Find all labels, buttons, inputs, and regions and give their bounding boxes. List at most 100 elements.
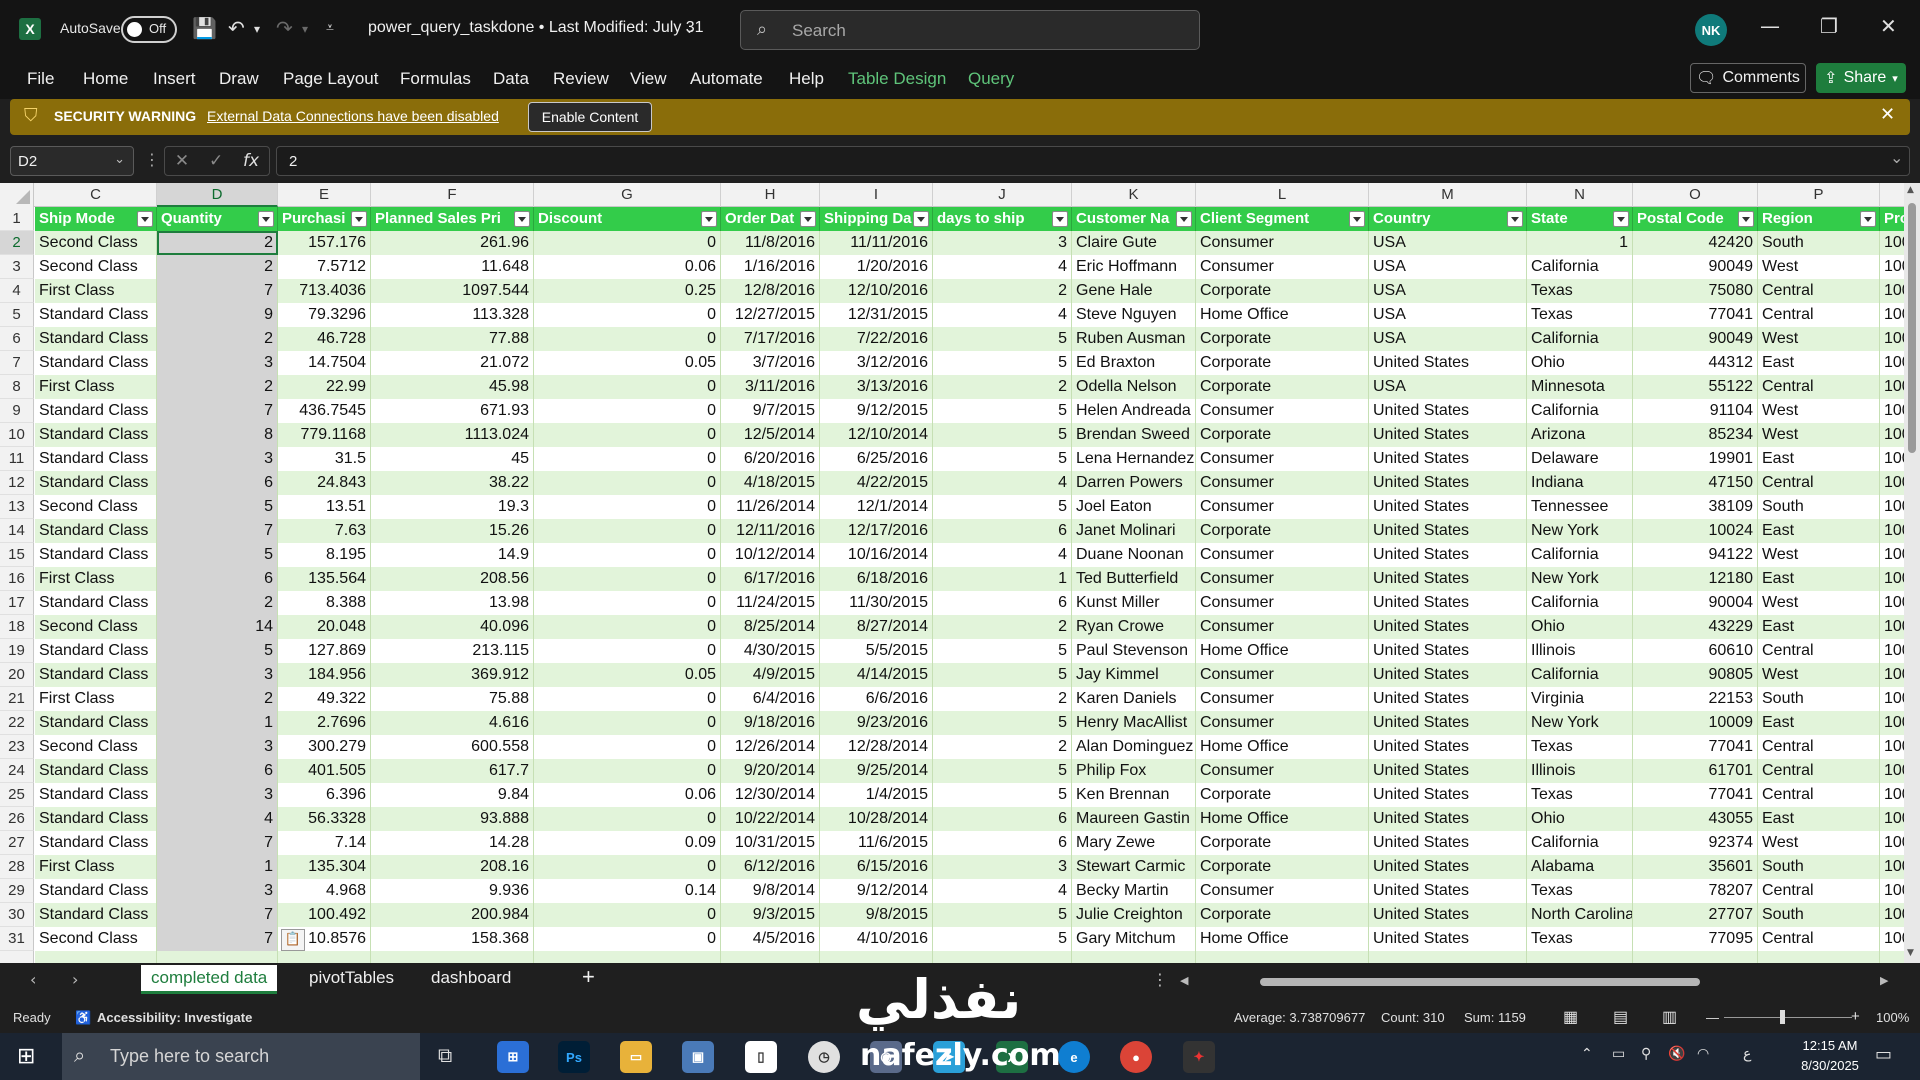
table-cell[interactable]: 10001509 [1880, 831, 1904, 855]
table-cell[interactable]: Paul Stevenson [1072, 639, 1196, 663]
security-warning-link[interactable]: External Data Connections have been disa… [207, 108, 499, 124]
table-cell[interactable]: Standard Class [35, 591, 157, 615]
table-cell[interactable]: California [1527, 663, 1633, 687]
tab-query[interactable]: Query [968, 69, 1014, 89]
filter-dropdown-icon[interactable] [913, 211, 929, 227]
table-cell[interactable]: 7.5712 [278, 255, 371, 279]
scroll-down-icon[interactable]: ▼ [1907, 948, 1914, 958]
document-app-icon[interactable]: ▯ [745, 1041, 777, 1073]
table-cell[interactable]: Consumer [1196, 687, 1369, 711]
table-cell[interactable]: 5 [933, 327, 1072, 351]
table-cell[interactable]: South [1758, 687, 1880, 711]
table-cell[interactable]: 9/3/2015 [721, 903, 820, 927]
table-cell[interactable]: 12/1/2014 [820, 495, 933, 519]
table-cell[interactable]: Ken Brennan [1072, 783, 1196, 807]
table-cell[interactable]: 12/11/2016 [721, 519, 820, 543]
table-header-cell[interactable]: Quantity [157, 207, 278, 231]
row-header[interactable]: 17 [0, 591, 34, 615]
table-cell[interactable]: 10000604 [1880, 567, 1904, 591]
autosave-toggle[interactable]: Off [121, 16, 177, 43]
table-cell[interactable]: 3/12/2016 [820, 351, 933, 375]
table-cell[interactable]: United States [1369, 567, 1527, 591]
table-cell[interactable]: Central [1758, 879, 1880, 903]
table-cell[interactable]: 43229 [1633, 615, 1758, 639]
table-cell[interactable] [820, 951, 933, 963]
table-cell[interactable]: USA [1369, 255, 1527, 279]
table-cell[interactable]: 9/25/2014 [820, 759, 933, 783]
table-cell[interactable]: Janet Molinari [1072, 519, 1196, 543]
table-cell[interactable]: 0 [534, 807, 721, 831]
table-cell[interactable]: 38.22 [371, 471, 534, 495]
row-header[interactable]: 12 [0, 471, 34, 495]
table-cell[interactable]: United States [1369, 735, 1527, 759]
table-cell[interactable]: Steve Nguyen [1072, 303, 1196, 327]
table-cell[interactable]: Consumer [1196, 567, 1369, 591]
table-cell[interactable]: California [1527, 327, 1633, 351]
table-cell[interactable] [35, 951, 157, 963]
row-header[interactable]: 2 [0, 231, 34, 255]
table-cell[interactable]: West [1758, 423, 1880, 447]
table-cell[interactable]: 135.304 [278, 855, 371, 879]
table-cell[interactable]: Second Class [35, 231, 157, 255]
table-cell[interactable]: 2 [933, 375, 1072, 399]
table-cell[interactable]: Indiana [1527, 471, 1633, 495]
filter-dropdown-icon[interactable] [1860, 211, 1876, 227]
table-cell[interactable]: 3/7/2016 [721, 351, 820, 375]
table-cell[interactable]: 0.05 [534, 663, 721, 687]
sheet-tab-pivottables[interactable]: pivotTables [309, 968, 394, 988]
table-cell[interactable]: 5 [157, 543, 278, 567]
row-header[interactable]: 31 [0, 927, 34, 951]
table-cell[interactable]: 4/30/2015 [721, 639, 820, 663]
table-cell[interactable]: United States [1369, 663, 1527, 687]
save-icon[interactable]: 💾 [192, 16, 217, 40]
table-cell[interactable]: 11.648 [371, 255, 534, 279]
table-cell[interactable]: Corporate [1196, 375, 1369, 399]
table-cell[interactable]: 61701 [1633, 759, 1758, 783]
table-cell[interactable]: Claire Gute [1072, 231, 1196, 255]
table-cell[interactable]: 5 [933, 783, 1072, 807]
table-cell[interactable]: 0 [534, 447, 721, 471]
table-cell[interactable]: 2 [157, 375, 278, 399]
table-cell[interactable]: Standard Class [35, 327, 157, 351]
table-cell[interactable]: 6/12/2016 [721, 855, 820, 879]
table-cell[interactable]: Kunst Miller [1072, 591, 1196, 615]
taskbar-search[interactable]: ⌕ Type here to search [62, 1033, 420, 1080]
filter-dropdown-icon[interactable] [1738, 211, 1754, 227]
table-cell[interactable]: 10001634 [1880, 255, 1904, 279]
table-cell[interactable]: Central [1758, 471, 1880, 495]
table-cell[interactable]: 10004410 [1880, 471, 1904, 495]
sheet-tab-dashboard[interactable]: dashboard [431, 968, 511, 988]
table-cell[interactable]: Consumer [1196, 591, 1369, 615]
table-cell[interactable]: USA [1369, 303, 1527, 327]
row-header[interactable]: 7 [0, 351, 34, 375]
table-cell[interactable]: 4 [933, 471, 1072, 495]
table-header-cell[interactable]: Discount [534, 207, 721, 231]
table-cell[interactable]: Home Office [1196, 735, 1369, 759]
table-cell[interactable]: Consumer [1196, 879, 1369, 903]
table-cell[interactable]: 1/16/2016 [721, 255, 820, 279]
table-header-cell[interactable]: Country [1369, 207, 1527, 231]
table-cell[interactable]: Central [1758, 303, 1880, 327]
table-cell[interactable]: 12/30/2014 [721, 783, 820, 807]
table-cell[interactable]: 113.328 [371, 303, 534, 327]
table-cell[interactable]: 6 [157, 471, 278, 495]
table-cell[interactable]: 7 [157, 519, 278, 543]
table-cell[interactable]: Eric Hoffmann [1072, 255, 1196, 279]
table-cell[interactable]: 135.564 [278, 567, 371, 591]
table-cell[interactable]: Consumer [1196, 663, 1369, 687]
table-cell[interactable]: 208.56 [371, 567, 534, 591]
table-cell[interactable]: 2 [157, 327, 278, 351]
table-cell[interactable] [278, 951, 371, 963]
table-cell[interactable]: United States [1369, 351, 1527, 375]
table-cell[interactable]: West [1758, 543, 1880, 567]
table-cell[interactable]: 77041 [1633, 303, 1758, 327]
table-cell[interactable]: Central [1758, 927, 1880, 951]
table-cell[interactable]: 7.63 [278, 519, 371, 543]
table-cell[interactable]: Illinois [1527, 639, 1633, 663]
table-cell[interactable]: 1 [157, 855, 278, 879]
table-cell[interactable]: 9/20/2014 [721, 759, 820, 783]
table-cell[interactable]: Texas [1527, 735, 1633, 759]
table-cell[interactable] [1072, 951, 1196, 963]
table-cell[interactable]: United States [1369, 927, 1527, 951]
table-cell[interactable]: South [1758, 231, 1880, 255]
